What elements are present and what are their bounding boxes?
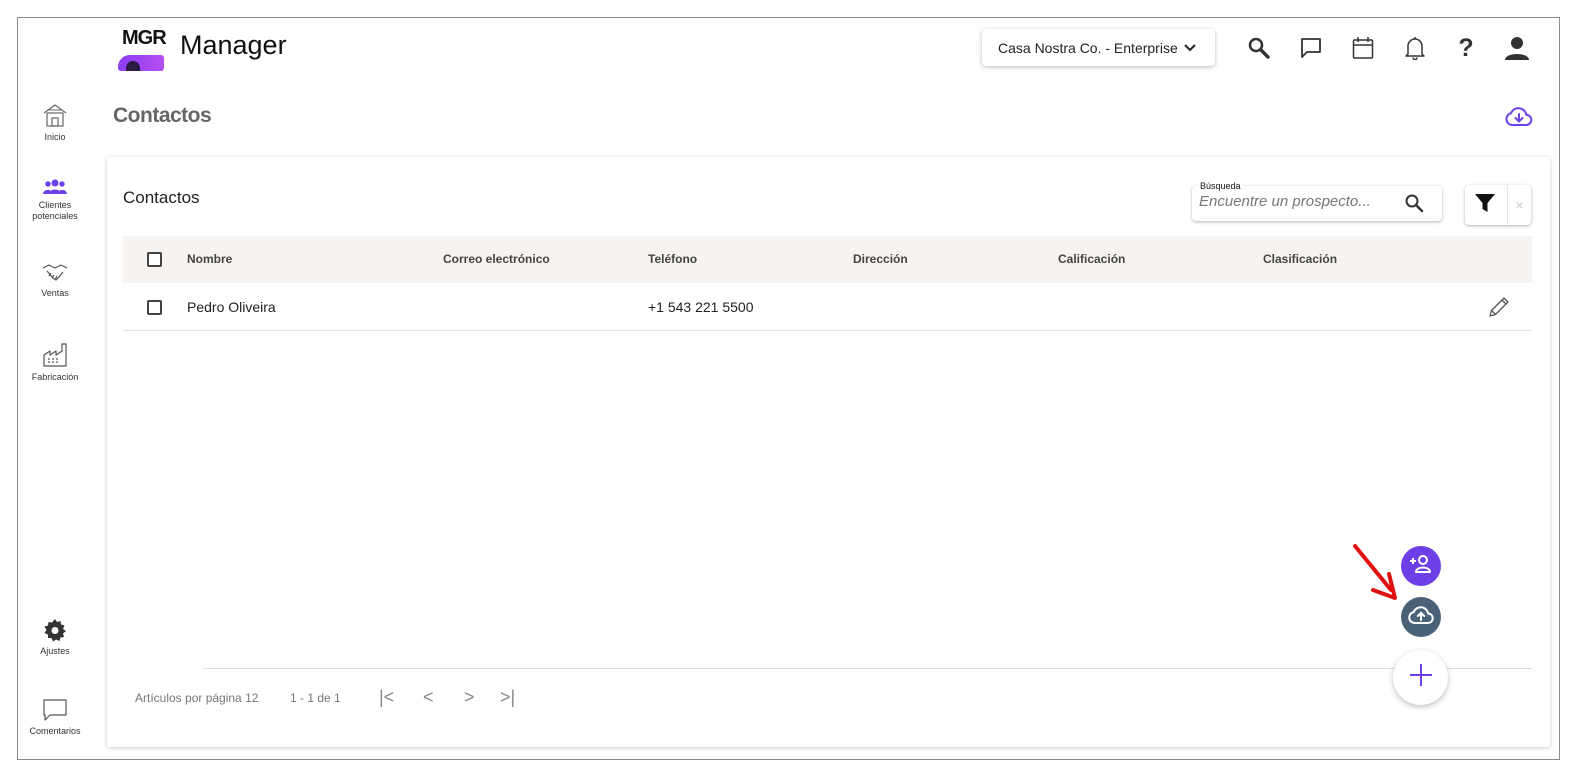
logo-shape-accent bbox=[126, 61, 140, 71]
card-title: Contactos bbox=[123, 188, 200, 207]
chevron-down-icon bbox=[1184, 41, 1196, 55]
items-per-page[interactable]: Artículos por página 12 bbox=[135, 691, 258, 705]
annotation-arrow bbox=[1351, 544, 1407, 607]
company-selector[interactable]: Casa Nostra Co. - Enterprise bbox=[982, 29, 1215, 66]
column-header-correo[interactable]: Correo electrónico bbox=[443, 252, 550, 266]
bell-icon[interactable] bbox=[1401, 34, 1429, 62]
page-title: Contactos bbox=[113, 104, 212, 127]
column-header-direccion[interactable]: Dirección bbox=[853, 252, 908, 266]
sidebar-item-comentarios[interactable]: Comentarios bbox=[18, 698, 92, 737]
sidebar-item-label: Ventas bbox=[41, 288, 69, 298]
app-window: MGR Manager Casa Nostra Co. - Enterprise… bbox=[17, 17, 1560, 760]
cloud-upload-icon bbox=[1408, 605, 1434, 630]
page-range: 1 - 1 de 1 bbox=[290, 691, 341, 705]
logo-shape bbox=[118, 55, 164, 71]
select-all-checkbox[interactable] bbox=[147, 252, 162, 267]
filter-button[interactable] bbox=[1465, 185, 1505, 225]
search-icon[interactable] bbox=[1245, 34, 1273, 62]
sidebar-item-fabricacion[interactable]: Fabricación bbox=[18, 342, 92, 383]
filter-control: × bbox=[1465, 185, 1531, 225]
search-input[interactable] bbox=[1199, 193, 1389, 210]
user-icon[interactable] bbox=[1503, 34, 1531, 62]
column-header-calificacion[interactable]: Calificación bbox=[1058, 252, 1125, 266]
app-logo[interactable]: MGR bbox=[116, 23, 168, 73]
sidebar-item-label: Inicio bbox=[44, 132, 66, 142]
table-header: Nombre Correo electrónico Teléfono Direc… bbox=[123, 236, 1532, 283]
contacts-card: Contactos Búsqueda × Nombre Correo elect… bbox=[107, 157, 1550, 747]
search-field[interactable]: Búsqueda bbox=[1192, 181, 1442, 221]
calendar-icon[interactable] bbox=[1349, 34, 1377, 62]
plus-icon bbox=[1408, 662, 1434, 693]
edit-pencil-icon[interactable] bbox=[1487, 295, 1511, 324]
row-checkbox[interactable] bbox=[147, 300, 162, 315]
sidebar-item-label: Fabricación bbox=[31, 372, 79, 382]
help-icon[interactable]: ? bbox=[1452, 34, 1480, 62]
cell-telefono: +1 543 221 5500 bbox=[648, 299, 754, 315]
add-contact-button[interactable] bbox=[1401, 546, 1441, 586]
column-header-clasificacion[interactable]: Clasificación bbox=[1263, 252, 1337, 266]
comment-icon bbox=[18, 698, 92, 722]
search-icon[interactable] bbox=[1404, 193, 1424, 218]
footer-divider bbox=[203, 668, 1532, 669]
column-header-telefono[interactable]: Teléfono bbox=[648, 252, 697, 266]
logo-text: MGR bbox=[122, 27, 167, 49]
home-icon bbox=[18, 102, 92, 128]
cloud-download-icon[interactable] bbox=[1505, 106, 1533, 133]
first-page-button[interactable]: |< bbox=[379, 687, 394, 708]
filter-icon bbox=[1474, 193, 1496, 218]
clear-filter-button[interactable]: × bbox=[1507, 185, 1531, 225]
last-page-button[interactable]: >| bbox=[500, 687, 515, 708]
factory-icon bbox=[18, 342, 92, 368]
sidebar-item-inicio[interactable]: Inicio bbox=[18, 102, 92, 143]
column-header-nombre[interactable]: Nombre bbox=[187, 252, 232, 266]
new-menu-button[interactable] bbox=[1393, 650, 1448, 705]
upload-contacts-button[interactable] bbox=[1401, 597, 1441, 637]
add-user-icon bbox=[1408, 554, 1434, 579]
search-label: Búsqueda bbox=[1199, 181, 1242, 191]
sidebar-item-label: Ajustes bbox=[40, 646, 70, 656]
sidebar-item-label: Clientes potenciales bbox=[32, 200, 78, 221]
chat-icon[interactable] bbox=[1297, 34, 1325, 62]
sidebar-item-label: Comentarios bbox=[29, 726, 81, 736]
sidebar-item-ventas[interactable]: Ventas bbox=[18, 262, 92, 299]
gear-icon bbox=[18, 618, 92, 642]
app-title: Manager bbox=[180, 30, 287, 60]
next-page-button[interactable]: > bbox=[464, 687, 475, 708]
table-row[interactable]: Pedro Oliveira +1 543 221 5500 bbox=[123, 283, 1532, 331]
handshake-icon bbox=[18, 262, 92, 284]
cell-nombre: Pedro Oliveira bbox=[187, 299, 276, 315]
prev-page-button[interactable]: < bbox=[423, 687, 434, 708]
company-selector-label: Casa Nostra Co. - Enterprise bbox=[998, 39, 1178, 56]
sidebar-item-ajustes[interactable]: Ajustes bbox=[18, 618, 92, 657]
sidebar-item-clientes-potenciales[interactable]: Clientes potenciales bbox=[18, 178, 92, 222]
people-icon bbox=[18, 178, 92, 196]
